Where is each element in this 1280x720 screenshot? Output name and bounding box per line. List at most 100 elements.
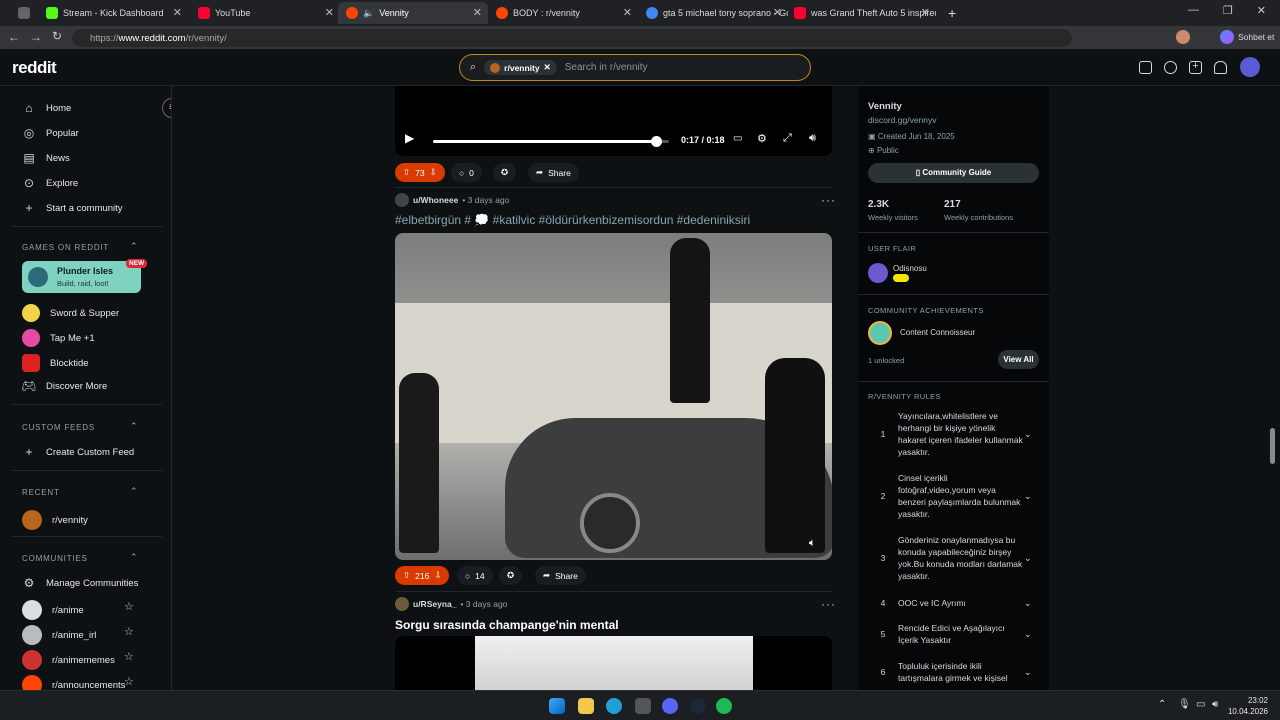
- discord-icon[interactable]: [662, 698, 678, 714]
- user-avatar[interactable]: [395, 597, 409, 611]
- chevron-up-icon[interactable]: ⌃: [130, 552, 138, 563]
- fullscreen-icon[interactable]: ⤢: [783, 132, 792, 145]
- view-all-button[interactable]: View All: [998, 350, 1039, 369]
- game-sword-supper[interactable]: Sword & Supper: [22, 304, 119, 322]
- edge-icon[interactable]: [606, 698, 622, 714]
- rule-item[interactable]: 1 Yayıncılara,whitelistlere ve herhangi b…: [868, 410, 1040, 458]
- file-explorer-icon[interactable]: [578, 698, 594, 714]
- advertise-icon[interactable]: [1139, 61, 1152, 74]
- store-icon[interactable]: [635, 698, 651, 714]
- upvote-icon[interactable]: ⇧: [403, 167, 410, 178]
- post-author[interactable]: u/Whoneee: [413, 195, 458, 205]
- discover-more[interactable]: 🎮︎ Discover More: [21, 379, 107, 393]
- captions-icon[interactable]: ▭: [733, 133, 742, 144]
- tab-youtube[interactable]: YouTube ✕: [190, 2, 340, 24]
- tab-overview-icon[interactable]: [18, 2, 32, 24]
- close-icon[interactable]: ✕: [773, 6, 782, 19]
- video-progress-knob[interactable]: [650, 136, 662, 147]
- tab-vennity[interactable]: 🔈 Vennity ✕: [338, 2, 488, 24]
- star-icon[interactable]: ☆: [124, 600, 134, 613]
- comments-button[interactable]: ○ 0: [451, 163, 482, 182]
- post-media[interactable]: [395, 636, 832, 690]
- share-button[interactable]: ➦ Share: [535, 566, 586, 585]
- community-guide-button[interactable]: ▯ Community Guide: [868, 163, 1039, 183]
- vote-button[interactable]: ⇧ 73 ⇩: [395, 163, 445, 182]
- settings-icon[interactable]: ⚙: [757, 132, 767, 145]
- close-icon[interactable]: ✕: [623, 6, 632, 19]
- nav-start-community[interactable]: + Start a community: [22, 201, 122, 215]
- nav-popular[interactable]: ◎ Popular: [22, 126, 79, 140]
- close-icon[interactable]: ✕: [325, 6, 334, 19]
- post-author[interactable]: u/RSeyna_: [413, 599, 456, 609]
- volume-icon[interactable]: 🔊︎: [1212, 699, 1218, 710]
- post-title[interactable]: Sorgu sırasında champange'nin mental: [395, 618, 619, 632]
- chevron-down-icon[interactable]: ⌄: [1024, 629, 1040, 640]
- rule-item[interactable]: 5 Rencide Edici ve Aşağılayıcı İçerik Yas…: [868, 622, 1040, 646]
- copilot-icon[interactable]: [1220, 30, 1234, 44]
- close-icon[interactable]: ✕: [921, 6, 930, 19]
- search-input[interactable]: ⌕ r/vennity ✕ Search in r/vennity: [459, 54, 811, 81]
- community-announcements[interactable]: r/announcements: [22, 675, 125, 690]
- close-window-icon[interactable]: ✕: [1257, 4, 1266, 22]
- community-anime-irl[interactable]: r/anime_irl: [22, 625, 96, 645]
- tray-chevron-icon[interactable]: ⌃: [1158, 699, 1166, 710]
- more-options-icon[interactable]: ···: [821, 193, 836, 207]
- start-icon[interactable]: [549, 698, 565, 714]
- recent-vennity[interactable]: r/vennity: [22, 510, 88, 530]
- star-icon[interactable]: ☆: [124, 650, 134, 663]
- chevron-down-icon[interactable]: ⌄: [1024, 598, 1040, 609]
- back-icon[interactable]: ←: [8, 30, 20, 44]
- nav-news[interactable]: ▤ News: [22, 151, 69, 165]
- rule-item[interactable]: 3 Gönderiniz onaylanmadıysa bu konuda yap…: [868, 534, 1040, 582]
- star-icon[interactable]: ☆: [124, 675, 134, 688]
- chevron-up-icon[interactable]: ⌃: [130, 486, 138, 497]
- chevron-up-icon[interactable]: ⌃: [130, 421, 138, 432]
- comments-button[interactable]: ○ 14: [457, 566, 493, 585]
- volume-icon[interactable]: 🔊︎: [809, 132, 816, 145]
- create-post-icon[interactable]: +: [1189, 61, 1202, 74]
- taskbar-clock[interactable]: 23:02 10.04.2026: [1228, 695, 1268, 717]
- create-custom-feed[interactable]: + Create Custom Feed: [22, 445, 134, 459]
- game-tap-me[interactable]: Tap Me +1: [22, 329, 95, 347]
- more-options-icon[interactable]: ···: [821, 597, 836, 611]
- flair-username[interactable]: Odisnosu: [893, 264, 927, 273]
- chevron-down-icon[interactable]: ⌄: [1024, 553, 1040, 564]
- spotify-icon[interactable]: [716, 698, 732, 714]
- award-button[interactable]: ✪: [493, 163, 517, 182]
- tab-youtube-2[interactable]: was Grand Theft Auto 5 inspired b ✕: [786, 2, 936, 24]
- manage-communities[interactable]: ⚙ Manage Communities: [22, 576, 139, 590]
- chat-icon[interactable]: [1164, 61, 1177, 74]
- collapse-sidebar-icon[interactable]: ≡: [162, 98, 171, 118]
- post-title[interactable]: #elbetbirgün # 💭 #katilvic #öldürürkenbi…: [395, 213, 750, 227]
- chevron-down-icon[interactable]: ⌄: [1024, 667, 1040, 678]
- tab-google[interactable]: gta 5 michael tony soprano - Goo ✕: [638, 2, 788, 24]
- community-link[interactable]: discord.gg/vennyv: [868, 115, 937, 125]
- page-scrollbar-thumb[interactable]: [1270, 428, 1275, 464]
- forward-icon[interactable]: →: [30, 30, 42, 44]
- maximize-icon[interactable]: ❐: [1223, 4, 1233, 22]
- chip-close-icon[interactable]: ✕: [544, 62, 551, 73]
- award-button[interactable]: ✪: [499, 566, 523, 585]
- rule-item[interactable]: 6 Topluluk içerisinde ikili tartışmalara …: [868, 660, 1040, 684]
- post-media-video[interactable]: 🔈︎: [395, 233, 832, 560]
- downvote-icon[interactable]: ⇩: [434, 570, 441, 581]
- vote-button[interactable]: ⇧ 216 ⇩: [395, 566, 450, 585]
- profile-avatar[interactable]: [1176, 30, 1190, 44]
- rule-item[interactable]: 2 Cinsel içerikli fotoğraf,video,yorum ve…: [868, 472, 1040, 520]
- video-progress-track[interactable]: [433, 136, 669, 147]
- reddit-logo[interactable]: reddit: [12, 58, 57, 78]
- close-icon[interactable]: ✕: [173, 6, 182, 19]
- chevron-down-icon[interactable]: ⌄: [1024, 429, 1040, 440]
- steam-icon[interactable]: [690, 698, 706, 714]
- community-animememes[interactable]: r/animememes: [22, 650, 115, 670]
- tab-body[interactable]: BODY : r/vennity ✕: [488, 2, 638, 24]
- sohbet-button[interactable]: Sohbet et: [1238, 32, 1274, 42]
- user-avatar[interactable]: [1240, 57, 1260, 77]
- chevron-up-icon[interactable]: ⌃: [130, 241, 138, 252]
- star-icon[interactable]: ☆: [124, 625, 134, 638]
- search-community-chip[interactable]: r/vennity ✕: [484, 60, 557, 75]
- nav-explore[interactable]: ⊙ Explore: [22, 176, 78, 190]
- chevron-down-icon[interactable]: ⌄: [1024, 491, 1040, 502]
- game-blocktide[interactable]: Blocktide: [22, 354, 89, 372]
- url-field[interactable]: https://www.reddit.com/r/vennity/: [72, 29, 1072, 47]
